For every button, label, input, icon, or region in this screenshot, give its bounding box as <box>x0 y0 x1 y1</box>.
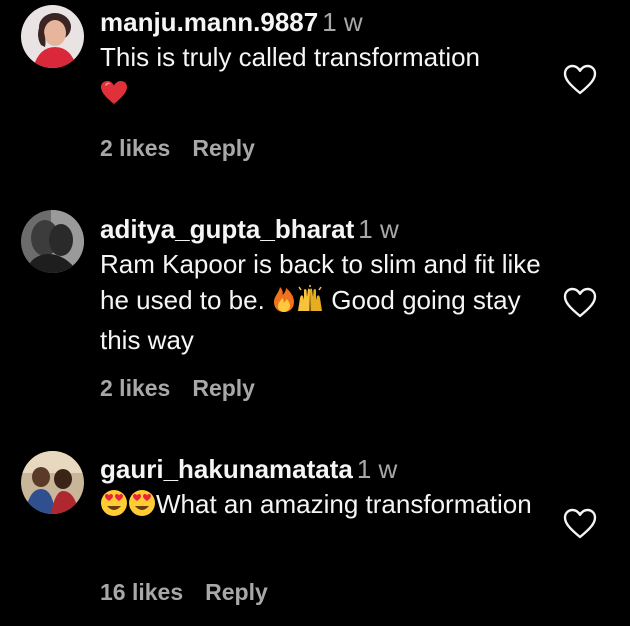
like-button[interactable] <box>563 287 597 319</box>
comment-text: This is truly called transformation <box>100 39 550 115</box>
avatar[interactable] <box>21 451 84 514</box>
likes-count[interactable]: 2 likes <box>100 135 170 161</box>
comment-meta: gauri_hakunamatata 1 w <box>100 454 550 484</box>
username[interactable]: gauri_hakunamatata <box>100 454 353 484</box>
timestamp: 1 w <box>358 214 399 244</box>
username[interactable]: aditya_gupta_bharat <box>100 214 354 244</box>
like-button[interactable] <box>563 508 597 540</box>
comment-text-content: What an amazing transformation <box>156 489 532 519</box>
username[interactable]: manju.mann.9887 <box>100 7 318 37</box>
red-heart-emoji <box>100 79 128 115</box>
heart-eyes-emoji <box>100 489 128 526</box>
heart-outline-icon <box>563 64 597 95</box>
heart-outline-icon <box>563 287 597 318</box>
like-button[interactable] <box>563 64 597 96</box>
fire-emoji <box>272 285 296 322</box>
comment-meta: aditya_gupta_bharat 1 w <box>100 214 550 244</box>
reply-button[interactable]: Reply <box>192 375 255 401</box>
comment-meta: manju.mann.9887 1 w <box>100 7 550 37</box>
heart-eyes-emoji <box>128 489 156 526</box>
avatar[interactable] <box>21 210 84 273</box>
raising-hands-emoji <box>296 285 324 322</box>
avatar[interactable] <box>21 5 84 68</box>
comment-text-content: This is truly called transformation <box>100 42 481 72</box>
likes-count[interactable]: 2 likes <box>100 375 170 401</box>
comment-text: What an amazing transformation <box>100 486 550 526</box>
comment-text: Ram Kapoor is back to slim and fit like … <box>100 246 550 358</box>
timestamp: 1 w <box>322 7 363 37</box>
likes-count[interactable]: 16 likes <box>100 579 183 605</box>
heart-outline-icon <box>563 508 597 539</box>
timestamp: 1 w <box>356 454 398 484</box>
reply-button[interactable]: Reply <box>192 135 255 161</box>
reply-button[interactable]: Reply <box>205 579 268 605</box>
